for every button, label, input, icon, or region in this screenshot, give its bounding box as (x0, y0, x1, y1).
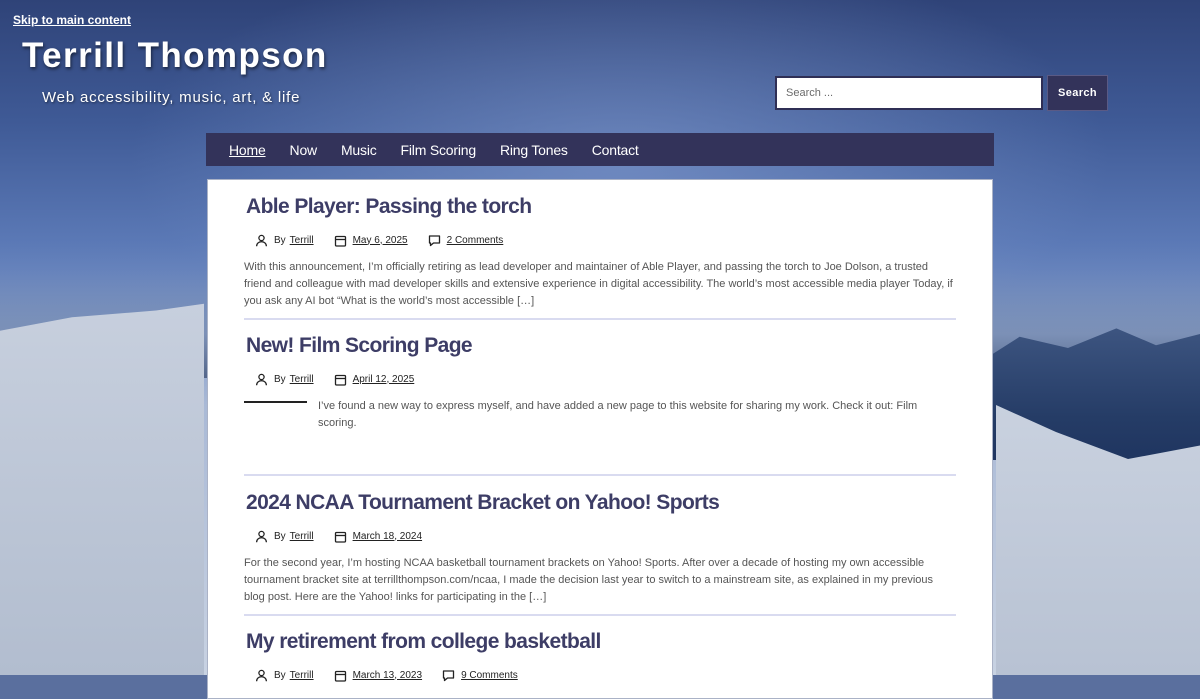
post-meta: By Terrill April 12, 2025 (244, 371, 956, 387)
calendar-icon (334, 234, 347, 247)
post-meta: By Terrill March 18, 2024 (244, 528, 956, 544)
by-label: By (274, 373, 286, 385)
calendar-icon (334, 373, 347, 386)
post-meta: By Terrill May 6, 2025 2 Comments (244, 232, 956, 248)
post-author: By Terrill (255, 373, 314, 386)
site-title[interactable]: Terrill Thompson (22, 36, 328, 76)
post-comments: 2 Comments (428, 234, 504, 247)
post-title-link[interactable]: My retirement from college basketball (244, 629, 956, 655)
by-label: By (274, 530, 286, 542)
user-icon (255, 373, 268, 386)
author-link[interactable]: Terrill (290, 235, 314, 246)
comment-icon (442, 669, 455, 682)
calendar-icon (334, 530, 347, 543)
comments-link[interactable]: 2 Comments (447, 235, 504, 246)
post-divider (244, 474, 956, 476)
post-author: By Terrill (255, 669, 314, 682)
date-link[interactable]: April 12, 2025 (353, 374, 415, 385)
post-meta: By Terrill March 13, 2023 9 Comments (244, 667, 956, 683)
post-entry: New! Film Scoring Page By Terrill April … (244, 333, 956, 432)
user-icon (255, 669, 268, 682)
post-entry: Able Player: Passing the torch By Terril… (244, 194, 956, 310)
post-title-link[interactable]: New! Film Scoring Page (244, 333, 956, 359)
post-author: By Terrill (255, 530, 314, 543)
author-link[interactable]: Terrill (290, 374, 314, 385)
post-author: By Terrill (255, 234, 314, 247)
date-link[interactable]: March 13, 2023 (353, 670, 423, 681)
post-title-link[interactable]: 2024 NCAA Tournament Bracket on Yahoo! S… (244, 490, 956, 516)
nav-item-contact[interactable]: Contact (592, 142, 639, 158)
main-navigation: Home Now Music Film Scoring Ring Tones C… (206, 133, 994, 166)
nav-item-now[interactable]: Now (290, 142, 318, 158)
main-content: Able Player: Passing the torch By Terril… (207, 179, 993, 699)
nav-item-home[interactable]: Home (229, 142, 266, 158)
post-entry: 2024 NCAA Tournament Bracket on Yahoo! S… (244, 490, 956, 606)
date-link[interactable]: March 18, 2024 (353, 531, 423, 542)
user-icon (255, 234, 268, 247)
post-date: March 18, 2024 (334, 530, 423, 543)
post-date: May 6, 2025 (334, 234, 408, 247)
nav-item-music[interactable]: Music (341, 142, 377, 158)
author-link[interactable]: Terrill (290, 670, 314, 681)
search-input[interactable] (775, 76, 1043, 110)
nav-item-ring-tones[interactable]: Ring Tones (500, 142, 568, 158)
post-date: April 12, 2025 (334, 373, 415, 386)
post-thumbnail[interactable] (244, 401, 307, 403)
post-comments: 9 Comments (442, 669, 518, 682)
calendar-icon (334, 669, 347, 682)
post-date: March 13, 2023 (334, 669, 423, 682)
comments-link[interactable]: 9 Comments (461, 670, 518, 681)
user-icon (255, 530, 268, 543)
author-link[interactable]: Terrill (290, 531, 314, 542)
date-link[interactable]: May 6, 2025 (353, 235, 408, 246)
comment-icon (428, 234, 441, 247)
nav-item-film-scoring[interactable]: Film Scoring (401, 142, 477, 158)
site-tagline: Web accessibility, music, art, & life (42, 89, 301, 106)
post-divider (244, 318, 956, 320)
post-title-link[interactable]: Able Player: Passing the torch (244, 194, 956, 220)
skip-to-content-link[interactable]: Skip to main content (13, 13, 131, 27)
search-button[interactable]: Search (1047, 75, 1108, 111)
post-excerpt: I’ve found a new way to express myself, … (318, 400, 918, 429)
post-excerpt: For the second year, I’m hosting NCAA ba… (244, 557, 934, 603)
by-label: By (274, 669, 286, 681)
by-label: By (274, 234, 286, 246)
post-excerpt: With this announcement, I’m officially r… (244, 261, 953, 307)
post-divider (244, 614, 956, 616)
